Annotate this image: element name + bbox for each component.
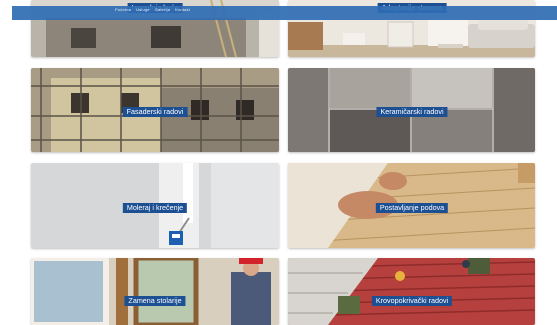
service-label: Fasaderski radovi xyxy=(122,107,188,117)
service-tile-painting[interactable]: Moleraj i krečenje xyxy=(31,163,279,248)
services-grid: Izgradnja kuća Adaptacija stanova xyxy=(0,0,557,325)
nav-item-gallery[interactable]: Galerija xyxy=(155,7,170,12)
service-label: Krovopokrivački radovi xyxy=(371,296,453,306)
roofing-image xyxy=(288,258,535,325)
nav-item-contact[interactable]: Kontakt xyxy=(175,7,190,12)
service-label: Keramičarski radovi xyxy=(376,107,448,117)
service-tile-windows[interactable]: Zamena stolarije xyxy=(31,258,279,325)
nav-item-home[interactable]: Početna xyxy=(115,7,131,12)
top-nav-menu: Početna Usluge Galerija Kontakt xyxy=(115,7,190,12)
top-navigation-bar xyxy=(12,6,557,20)
service-tile-tiles[interactable]: Keramičarski radovi xyxy=(288,68,535,152)
service-tile-roofing[interactable]: Krovopokrivački radovi xyxy=(288,258,535,325)
service-tile-facade[interactable]: Fasaderski radovi xyxy=(31,68,279,152)
service-tile-flooring[interactable]: Postavljanje podova xyxy=(288,163,535,248)
window-install-image xyxy=(31,258,279,325)
service-label: Zamena stolarije xyxy=(124,296,186,306)
service-label: Postavljanje podova xyxy=(375,203,449,213)
nav-item-services[interactable]: Usluge xyxy=(136,7,150,12)
service-label: Moleraj i krečenje xyxy=(122,203,188,213)
